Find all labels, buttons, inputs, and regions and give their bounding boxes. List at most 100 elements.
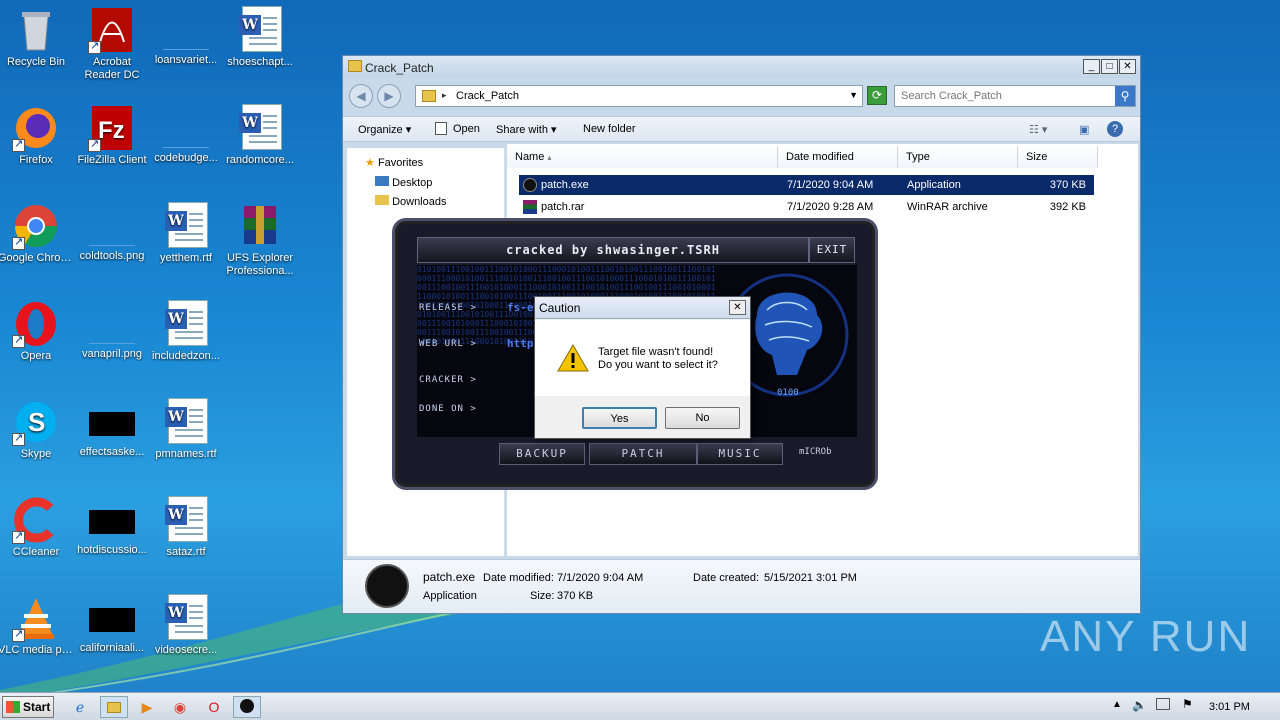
winrar-icon <box>523 200 537 214</box>
address-bar[interactable]: ▸ Crack_Patch ▼ <box>415 85 863 107</box>
backup-button[interactable]: BACKUP <box>499 443 585 465</box>
caution-dialog[interactable]: Caution ✕ Target file wasn't found! Do y… <box>534 296 751 439</box>
desktop-icon-codebudge[interactable]: codebudge... <box>146 104 226 165</box>
ie-icon[interactable]: ℯ <box>66 696 94 718</box>
desktop-icon-loansvariet[interactable]: loansvariet... <box>146 6 226 67</box>
breadcrumb: Crack_Patch <box>456 90 519 102</box>
image-file-icon <box>163 10 209 50</box>
desktop-icon-includedzon[interactable]: W includedzon... <box>146 300 226 363</box>
desktop-icon-ufs-explorer[interactable]: UFS Explorer Professiona... <box>220 202 300 278</box>
desktop-icon-randomcore[interactable]: W randomcore... <box>220 104 300 167</box>
desktop-icon-ccleaner[interactable]: CCleaner <box>0 496 76 559</box>
chevron-down-icon[interactable]: ▼ <box>849 90 858 100</box>
search-box[interactable]: ⚲ <box>894 85 1136 107</box>
patch-button[interactable]: PATCH <box>589 443 697 465</box>
help-icon[interactable]: ? <box>1107 121 1123 137</box>
desktop-icon <box>375 176 389 186</box>
windows-logo-icon <box>6 701 20 713</box>
maximize-button[interactable]: □ <box>1101 59 1118 74</box>
word-doc-icon: W <box>162 202 210 250</box>
desktop-icon-acrobat[interactable]: Acrobat Reader DC <box>72 6 152 82</box>
nav-downloads[interactable]: Downloads <box>375 195 446 208</box>
dialog-titlebar[interactable]: Caution ✕ <box>535 297 750 319</box>
desktop-icon-firefox[interactable]: Firefox <box>0 104 76 167</box>
desktop-icon-pmnames[interactable]: W pmnames.rtf <box>146 398 226 461</box>
desktop-icon-sataz[interactable]: W sataz.rtf <box>146 496 226 559</box>
search-input[interactable] <box>895 86 1107 106</box>
dialog-message: Target file wasn't found! Do you want to… <box>598 346 718 371</box>
speaker-icon[interactable]: 🔈 <box>1132 698 1147 712</box>
sort-arrow-icon: ▴ <box>547 153 552 162</box>
clock[interactable]: 3:01 PM <box>1209 701 1250 713</box>
search-icon[interactable]: ⚲ <box>1115 86 1135 106</box>
chrome-taskbar-icon[interactable]: ◉ <box>166 696 194 718</box>
filezilla-icon: Fz <box>88 104 136 152</box>
desktop-icon-filezilla[interactable]: Fz FileZilla Client <box>72 104 152 167</box>
vlc-icon <box>12 594 60 642</box>
column-date-modified[interactable]: Date modified <box>778 146 898 168</box>
details-pane: patch.exe Date modified: 7/1/2020 9:04 A… <box>343 559 1140 613</box>
explorer-titlebar[interactable]: Crack_Patch _ □ ✕ <box>343 56 1140 78</box>
network-icon[interactable] <box>1156 698 1170 710</box>
yes-button[interactable]: Yes <box>582 407 657 429</box>
organize-button[interactable]: Organize ▾ <box>358 123 411 136</box>
folder-icon <box>422 90 436 102</box>
column-size[interactable]: Size <box>1018 146 1098 168</box>
warning-icon <box>557 344 589 372</box>
start-button[interactable]: Start <box>2 696 54 718</box>
star-icon: ★ <box>365 157 375 169</box>
column-name[interactable]: Name ▴ <box>507 146 778 168</box>
column-type[interactable]: Type <box>898 146 1018 168</box>
minimize-button[interactable]: _ <box>1083 59 1100 74</box>
no-button[interactable]: No <box>665 407 740 429</box>
address-row: ◀ ▶ ▸ Crack_Patch ▼ ⟳ ⚲ <box>347 82 1136 112</box>
show-hidden-icons[interactable]: ▲ <box>1112 699 1122 710</box>
image-file-icon <box>89 304 135 344</box>
view-options-icon[interactable]: ☷ ▾ <box>1029 123 1047 136</box>
refresh-button[interactable]: ⟳ <box>867 86 887 105</box>
desktop-icon-recycle-bin[interactable]: Recycle Bin <box>0 6 76 69</box>
exit-button[interactable]: EXIT <box>809 237 855 263</box>
downloads-icon <box>375 195 389 205</box>
desktop-icon-chrome[interactable]: Google Chrome <box>0 202 76 265</box>
preview-pane-icon[interactable]: ▣ <box>1079 123 1089 136</box>
explorer-taskbar-icon[interactable] <box>100 696 128 718</box>
desktop-icon-vlc[interactable]: VLC media player <box>0 594 76 657</box>
media-player-icon[interactable]: ▶ <box>133 696 161 718</box>
opera-taskbar-icon[interactable]: O <box>200 696 228 718</box>
folder-icon <box>348 60 362 72</box>
desktop-icon-opera[interactable]: Opera <box>0 300 76 363</box>
desktop-icon-effectsaske[interactable]: effectsaske... <box>72 398 152 459</box>
desktop-icon-vanapril[interactable]: vanapril.png <box>72 300 152 361</box>
nav-desktop[interactable]: Desktop <box>375 176 432 189</box>
close-button[interactable]: ✕ <box>1119 59 1136 74</box>
image-file-icon <box>89 412 135 436</box>
patcher-taskbar-icon[interactable] <box>233 696 261 718</box>
desktop-icon-skype[interactable]: S Skype <box>0 398 76 461</box>
command-bar: Organize ▾ Open Share with ▾ New folder … <box>343 116 1140 142</box>
skull-app-icon <box>523 178 537 192</box>
open-button[interactable]: Open <box>453 123 480 135</box>
back-button[interactable]: ◀ <box>349 84 373 108</box>
dialog-title: Caution <box>539 301 581 315</box>
file-row[interactable]: patch.rar 7/1/2020 9:28 AM WinRAR archiv… <box>519 197 1094 217</box>
new-folder-button[interactable]: New folder <box>583 123 636 135</box>
desktop-icon-californiaali[interactable]: californiaali... <box>72 594 152 655</box>
nav-favorites[interactable]: ★ Favorites <box>365 156 423 169</box>
file-row[interactable]: patch.exe 7/1/2020 9:04 AM Application 3… <box>519 175 1094 195</box>
dialog-close-button[interactable]: ✕ <box>729 300 746 315</box>
music-button[interactable]: MUSIC <box>697 443 783 465</box>
skull-app-icon <box>365 564 409 608</box>
svg-text:0100: 0100 <box>777 388 799 398</box>
recycle-bin-icon <box>12 6 60 54</box>
flag-icon[interactable]: ⚑ <box>1182 697 1193 711</box>
desktop-icon-videosecre[interactable]: W videosecre... <box>146 594 226 657</box>
share-with-button[interactable]: Share with ▾ <box>496 123 557 136</box>
desktop-icon-hotdiscussio[interactable]: hotdiscussio... <box>72 496 152 557</box>
patcher-title[interactable]: cracked by shwasinger.TSRH <box>417 237 809 263</box>
desktop-icon-shoeschapt[interactable]: W shoeschapt... <box>220 6 300 69</box>
forward-button[interactable]: ▶ <box>377 84 401 108</box>
desktop-icon-coldtools[interactable]: coldtools.png <box>72 202 152 263</box>
image-file-icon <box>89 608 135 632</box>
desktop-icon-yetthem[interactable]: W yetthem.rtf <box>146 202 226 265</box>
